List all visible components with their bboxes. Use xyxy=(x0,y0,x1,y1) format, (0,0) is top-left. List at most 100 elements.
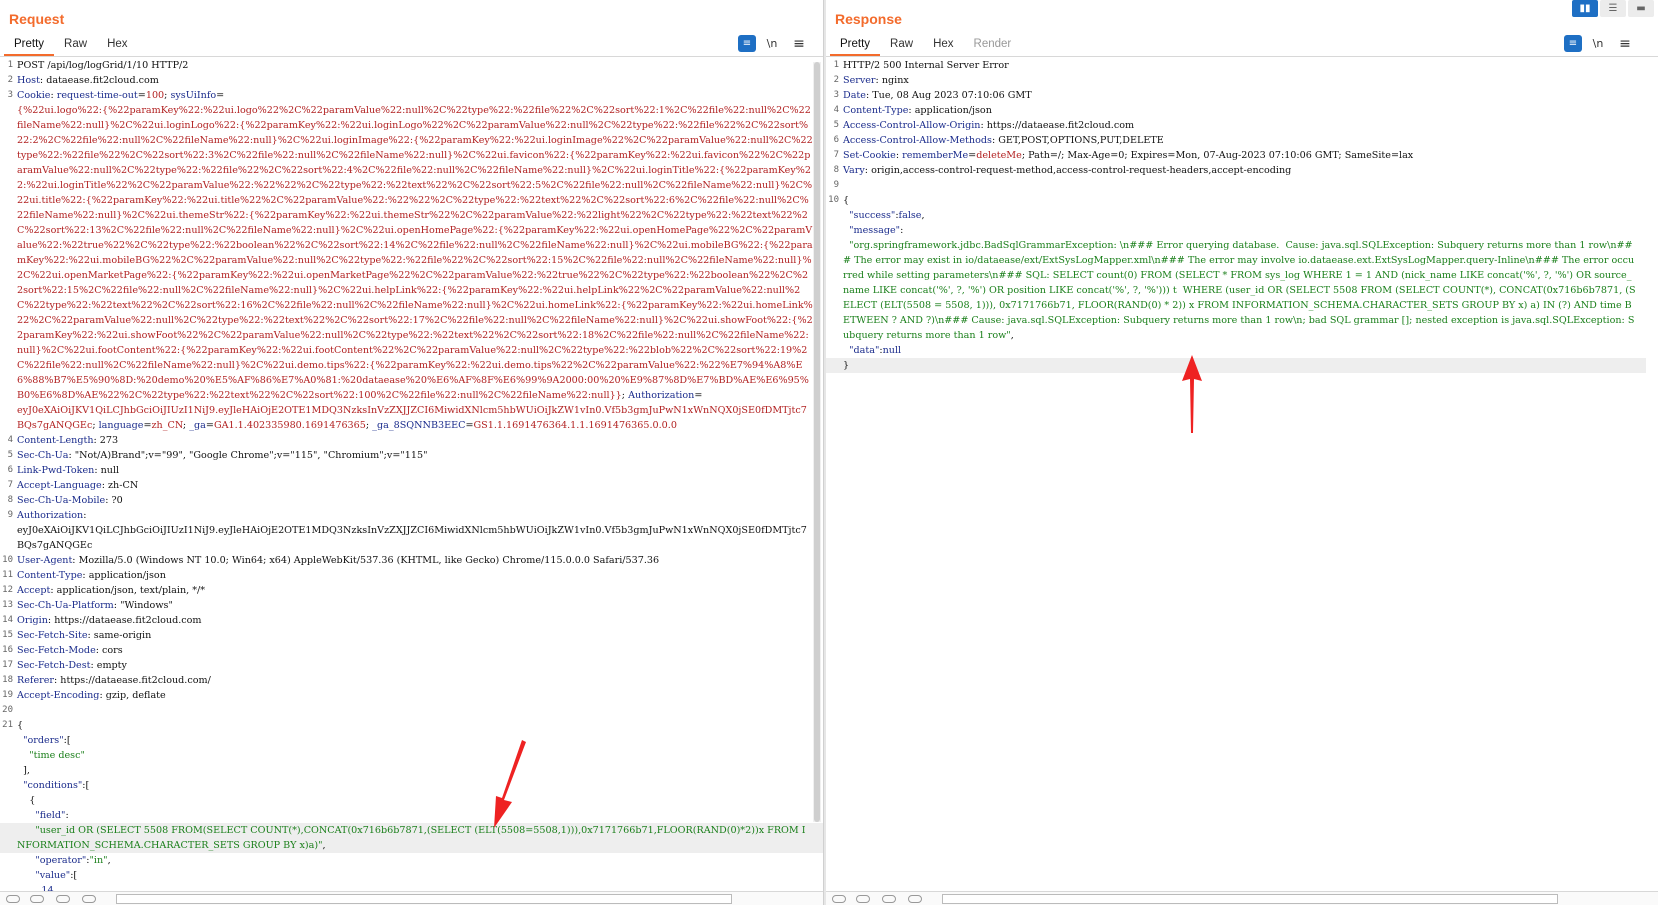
code-token: ], xyxy=(17,765,30,776)
code-line: 11 Content-Type: application/json xyxy=(0,568,823,583)
code-line: 13 Sec-Ch-Ua-Platform: "Windows" xyxy=(0,598,823,613)
code-text: "operator":"in", xyxy=(17,853,823,868)
code-token: GS1.1.1691476364.1.1.1691476365.0.0.0 xyxy=(473,420,677,431)
code-token: ; Path=/; Max-Age=0; Expires=Mon, 07-Aug… xyxy=(1021,150,1414,161)
code-token: Cookie xyxy=(17,90,51,101)
tab-render[interactable]: Render xyxy=(964,34,1022,56)
layout-tabs-button[interactable]: ▬ xyxy=(1628,0,1654,17)
response-editor[interactable]: 1 HTTP/2 500 Internal Server Error 2 Server… xyxy=(826,58,1646,891)
code-text: Link-Pwd-Token: null xyxy=(17,463,823,478)
layout-side-by-side-button[interactable]: ▮▮ xyxy=(1572,0,1598,17)
annotation-arrow-response xyxy=(1182,355,1202,433)
scrollbar-thumb[interactable] xyxy=(814,62,820,822)
request-scrollbar[interactable] xyxy=(813,62,821,822)
code-line: 2 Server: nginx xyxy=(826,73,1646,88)
request-menu-icon[interactable]: ≡ xyxy=(792,35,806,52)
code-token: :[ xyxy=(82,780,90,791)
code-token: "operator" xyxy=(35,855,87,866)
wrap-lines-icon[interactable]: ≡ xyxy=(738,35,756,52)
code-token: User-Agent xyxy=(17,555,73,566)
code-token: zh_CN xyxy=(151,420,183,431)
request-editor[interactable]: 1 POST /api/log/logGrid/1/10 HTTP/2 2 Host:… xyxy=(0,58,823,891)
code-token: Origin xyxy=(17,615,48,626)
line-number: 4 xyxy=(833,105,839,115)
line-number: 21 xyxy=(2,720,13,730)
code-line: 6 Link-Pwd-Token: null xyxy=(0,463,823,478)
code-token: request-time-out xyxy=(56,90,138,101)
code-text: Sec-Fetch-Mode: cors xyxy=(17,643,823,658)
forward-icon[interactable] xyxy=(82,895,96,903)
wrap-lines-icon[interactable]: ≡ xyxy=(1564,35,1582,52)
code-text: Server: nginx xyxy=(843,73,1646,88)
annotation-arrow-request xyxy=(494,740,526,828)
code-text: "conditions":[ xyxy=(17,778,823,793)
line-number xyxy=(0,733,17,748)
code-text: "time desc" xyxy=(17,748,823,763)
request-bottom-bar xyxy=(0,891,823,905)
request-search-input[interactable] xyxy=(116,894,732,904)
line-number xyxy=(0,778,17,793)
code-token: Access-Control-Allow-Origin xyxy=(843,120,981,131)
code-line: eyJ0eXAiOiJKV1QiLCJhbGciOiJIUzI1NiJ9.eyJ… xyxy=(0,523,823,553)
code-text: Access-Control-Allow-Origin: https://dat… xyxy=(843,118,1646,133)
show-newlines-toggle[interactable]: \n xyxy=(763,35,781,52)
forward-icon[interactable] xyxy=(908,895,922,903)
code-token: { xyxy=(17,720,24,731)
code-text: { xyxy=(17,718,823,733)
tab-hex[interactable]: Hex xyxy=(923,34,963,56)
code-text: User-Agent: Mozilla/5.0 (Windows NT 10.0… xyxy=(17,553,823,568)
help-icon[interactable] xyxy=(832,895,846,903)
code-text: Content-Length: 273 xyxy=(17,433,823,448)
tab-pretty[interactable]: Pretty xyxy=(830,34,881,56)
code-token: Host xyxy=(17,75,40,86)
code-line: 15 Sec-Fetch-Site: same-origin xyxy=(0,628,823,643)
tab-raw[interactable]: Raw xyxy=(880,34,923,56)
line-number: 6 xyxy=(7,465,13,475)
code-text: Sec-Fetch-Site: same-origin xyxy=(17,628,823,643)
code-line: 10 { xyxy=(826,193,1646,208)
layout-vertical-button[interactable]: ☰ xyxy=(1600,0,1626,17)
tab-raw[interactable]: Raw xyxy=(54,34,97,56)
code-token: { xyxy=(17,795,36,806)
code-text: Host: dataease.fit2cloud.com xyxy=(17,73,823,88)
line-number: 17 xyxy=(2,660,13,670)
back-icon[interactable] xyxy=(56,895,70,903)
code-line: 14 Origin: https://dataease.fit2cloud.com xyxy=(0,613,823,628)
line-number: 1 xyxy=(833,60,839,70)
code-line: 1 POST /api/log/logGrid/1/10 HTTP/2 xyxy=(0,58,823,73)
code-token: Sec-Fetch-Site xyxy=(17,630,88,641)
code-token: , xyxy=(1010,330,1014,341)
back-icon[interactable] xyxy=(882,895,896,903)
code-text: Referer: https://dataease.fit2cloud.com/ xyxy=(17,673,823,688)
code-token: Access-Control-Allow-Methods xyxy=(843,135,992,146)
settings-icon[interactable] xyxy=(30,895,44,903)
code-token: = xyxy=(205,420,214,431)
code-text: Authorization: xyxy=(17,508,823,523)
show-newlines-toggle[interactable]: \n xyxy=(1589,35,1607,52)
code-token: = xyxy=(694,390,703,401)
code-line: eyJ0eXAiOiJKV1QiLCJhbGciOiJIUzI1NiJ9.eyJ… xyxy=(0,403,823,433)
code-token: language xyxy=(98,420,144,431)
code-token: Server xyxy=(843,75,876,86)
code-text: "message": xyxy=(843,223,1646,238)
code-token: : GET,POST,OPTIONS,PUT,DELETE xyxy=(991,135,1164,146)
code-line: 3 Date: Tue, 08 Aug 2023 07:10:06 GMT xyxy=(826,88,1646,103)
code-token: : xyxy=(900,225,904,236)
code-text: {%22ui.logo%22:{%22paramKey%22:%22ui.log… xyxy=(17,103,823,403)
line-number: 18 xyxy=(2,675,13,685)
response-menu-icon[interactable]: ≡ xyxy=(1618,35,1632,52)
settings-icon[interactable] xyxy=(856,895,870,903)
tab-pretty[interactable]: Pretty xyxy=(4,34,55,56)
line-number xyxy=(826,208,843,223)
help-icon[interactable] xyxy=(6,895,20,903)
tab-hex[interactable]: Hex xyxy=(97,34,137,56)
code-text: "value":[ xyxy=(17,868,823,883)
code-token: "orders" xyxy=(23,735,64,746)
code-text: "data":null xyxy=(843,343,1646,358)
code-line: 2 Host: dataease.fit2cloud.com xyxy=(0,73,823,88)
line-number: 3 xyxy=(7,90,13,100)
code-text: "user_id OR (SELECT 5508 FROM(SELECT COU… xyxy=(17,823,823,853)
response-search-input[interactable] xyxy=(942,894,1558,904)
